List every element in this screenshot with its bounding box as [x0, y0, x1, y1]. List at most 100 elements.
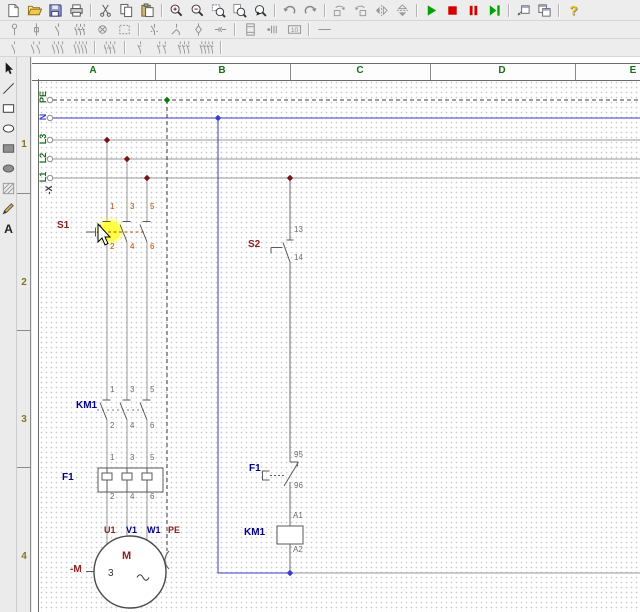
help-button[interactable]: [563, 2, 584, 19]
s2-label[interactable]: S2: [248, 240, 260, 250]
contact-4pole-icon: [73, 40, 88, 55]
zoom-window-button[interactable]: [208, 2, 229, 19]
zoom-out-icon: [190, 3, 205, 18]
rail-label-n[interactable]: N: [38, 109, 49, 125]
contact-no-button[interactable]: [143, 22, 165, 37]
page-reference-button[interactable]: [239, 22, 261, 37]
f1-overload-label[interactable]: F1: [62, 473, 74, 483]
cut-button[interactable]: [95, 2, 116, 19]
km1-terminal-3: 3: [130, 385, 135, 394]
connector-plug-button[interactable]: [209, 22, 231, 37]
km1-terminal-a1: A1: [293, 511, 303, 520]
paste-button[interactable]: [137, 2, 158, 19]
stop-simulation-icon: [445, 3, 460, 18]
km1-coil-label[interactable]: KM1: [244, 528, 265, 538]
connector-diamond-icon: [191, 22, 206, 37]
ellipse-tool-button[interactable]: [0, 118, 16, 138]
redo-button[interactable]: [300, 2, 321, 19]
breaker-2pole-button[interactable]: [151, 40, 173, 55]
filled-ellipse-tool-button[interactable]: [0, 158, 16, 178]
row-label-3: 3: [21, 414, 27, 425]
f1-terminal-96: 96: [294, 481, 303, 490]
contact-angled-button[interactable]: [165, 22, 187, 37]
save-button[interactable]: [45, 2, 66, 19]
tile-windows-button[interactable]: [534, 2, 555, 19]
rectangle-tool-icon: [1, 101, 16, 116]
contact-2pole-button[interactable]: [25, 40, 47, 55]
mirror-vertical-icon: [395, 3, 410, 18]
float-window-button[interactable]: [513, 2, 534, 19]
new-button[interactable]: [3, 2, 24, 19]
rail-label-l3[interactable]: L3: [38, 131, 49, 147]
pointer-tool-button[interactable]: [0, 58, 16, 78]
toolbar-separator: [324, 3, 326, 17]
pencil-tool-icon: [1, 201, 16, 216]
print-icon: [69, 3, 84, 18]
f1-terminal-4: 4: [130, 492, 135, 501]
connector-plug-icon: [213, 22, 228, 37]
drawing-canvas[interactable]: A B C D E: [32, 57, 640, 612]
motor-terminal-pe: PE: [168, 525, 181, 535]
rotate-left-button[interactable]: [329, 2, 350, 19]
line-segment-button[interactable]: [313, 22, 335, 37]
s1-terminal-4: 4: [130, 242, 135, 251]
counter-box-button[interactable]: [283, 22, 305, 37]
pause-simulation-button[interactable]: [463, 2, 484, 19]
breaker-3pole-button[interactable]: [173, 40, 195, 55]
terminal-symbol-button[interactable]: [25, 22, 47, 37]
mirror-vertical-button[interactable]: [392, 2, 413, 19]
s1-label[interactable]: S1: [57, 221, 69, 231]
symbol-toolbar-row1: [0, 21, 640, 39]
component-box-button[interactable]: [113, 22, 135, 37]
mirror-horizontal-button[interactable]: [371, 2, 392, 19]
copy-button[interactable]: [116, 2, 137, 19]
signal-pin-button[interactable]: [3, 22, 25, 37]
open-button[interactable]: [24, 2, 45, 19]
rail-label-pe[interactable]: PE: [38, 89, 49, 105]
hatch-tool-button[interactable]: [0, 178, 16, 198]
terminal-block-label[interactable]: -X: [44, 182, 55, 198]
breaker-4pole-button[interactable]: [195, 40, 217, 55]
column-label-c: C: [356, 65, 364, 76]
undo-button[interactable]: [279, 2, 300, 19]
redraw-button[interactable]: [250, 2, 271, 19]
pencil-tool-button[interactable]: [0, 198, 16, 218]
column-divider: [430, 64, 431, 80]
run-simulation-icon: [424, 3, 439, 18]
filled-rectangle-tool-button[interactable]: [0, 138, 16, 158]
step-simulation-button[interactable]: [484, 2, 505, 19]
contact-1pole-button[interactable]: [3, 40, 25, 55]
f1-nc-label[interactable]: F1: [249, 464, 261, 474]
rectangle-tool-button[interactable]: [0, 98, 16, 118]
run-simulation-button[interactable]: [421, 2, 442, 19]
zoom-page-button[interactable]: [229, 2, 250, 19]
stop-simulation-button[interactable]: [442, 2, 463, 19]
column-divider: [290, 64, 291, 80]
km1-contacts-label[interactable]: KM1: [76, 401, 97, 411]
contact-symbol-icon: [51, 22, 66, 37]
contact-3pole-icon: [51, 40, 66, 55]
rail-label-l2[interactable]: L2: [38, 150, 49, 166]
column-label-e: E: [629, 65, 637, 76]
lamp-symbol-button[interactable]: [91, 22, 113, 37]
contact-3pole-button[interactable]: [47, 40, 69, 55]
column-label-a: A: [89, 65, 97, 76]
zoom-out-button[interactable]: [187, 2, 208, 19]
line-tool-button[interactable]: [0, 78, 16, 98]
main-toolbar: [0, 0, 640, 21]
f1-terminal-3: 3: [130, 453, 135, 462]
contact-3pole-linked-button[interactable]: [99, 40, 121, 55]
breaker-1pole-button[interactable]: [129, 40, 151, 55]
toolbar-separator: [90, 3, 92, 17]
text-tool-button[interactable]: [0, 218, 16, 238]
contact-symbol-button[interactable]: [47, 22, 69, 37]
print-button[interactable]: [66, 2, 87, 19]
connector-diamond-button[interactable]: [187, 22, 209, 37]
motor-label[interactable]: -M: [70, 565, 82, 575]
zoom-in-button[interactable]: [166, 2, 187, 19]
page-reference-icon: [243, 22, 258, 37]
three-pole-contact-button[interactable]: [69, 22, 91, 37]
contact-4pole-button[interactable]: [69, 40, 91, 55]
busbar-button[interactable]: [261, 22, 283, 37]
rotate-right-button[interactable]: [350, 2, 371, 19]
